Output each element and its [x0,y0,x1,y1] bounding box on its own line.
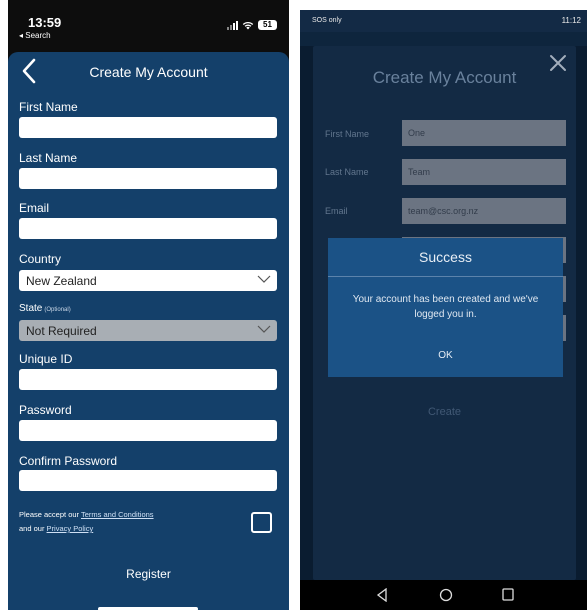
status-time: 11:12 [561,16,581,25]
status-time: 13:59 [28,15,62,30]
last-name-label: Last Name [19,151,78,165]
accept-terms-checkbox[interactable] [251,512,272,533]
battery-icon: 51 [258,20,277,30]
success-title: Success [419,249,472,265]
state-label: State (Optional) [19,303,71,314]
terms-prefix: Please accept our [19,510,81,519]
password-input[interactable] [19,420,277,441]
recents-square-icon[interactable] [502,588,514,601]
terms-and-conditions-link[interactable]: Terms and Conditions [81,510,154,519]
privacy-policy-link[interactable]: Privacy Policy [47,524,94,533]
page-title: Create My Account [89,64,208,80]
password-label: Password [19,403,72,417]
email-input[interactable] [19,218,277,239]
android-status-bar: SOS only 11:12 [300,10,587,32]
carrier-status: SOS only [312,17,342,24]
email-label: Email [19,201,50,215]
chevron-down-icon [257,275,271,283]
confirm-password-label: Confirm Password [19,454,118,468]
ios-phone-screen: 13:59 ◂ Search 51 Create My Account Firs… [8,0,289,610]
country-value: New Zealand [26,274,97,288]
first-name-input[interactable] [19,117,277,138]
success-dialog: Success Your account has been created an… [328,238,563,377]
home-circle-icon[interactable] [439,588,453,602]
register-button[interactable]: Register [8,567,289,581]
confirm-password-input[interactable] [19,470,277,491]
first-name-label: First Name [19,100,78,114]
android-nav-bar [300,580,587,610]
signal-icon [227,20,238,30]
success-message: Your account has been created and we've … [352,294,539,320]
optional-tag: (Optional) [44,307,71,313]
create-account-sheet: Create My Account First Name Last Name E… [8,52,289,610]
country-select[interactable]: New Zealand [19,270,277,291]
sheet-header: Create My Account [8,52,289,92]
state-label-text: State [19,303,43,314]
state-select[interactable]: Not Required [19,320,277,341]
status-icons: 51 [227,20,277,30]
back-to-search-link[interactable]: ◂ Search [19,31,51,40]
last-name-input[interactable] [19,168,277,189]
ios-status-bar: 13:59 ◂ Search 51 [8,0,289,44]
dialog-divider [328,276,563,277]
terms-middle: and our [19,524,47,533]
country-label: Country [19,252,62,266]
unique-id-input[interactable] [19,369,277,390]
ok-button[interactable]: OK [328,350,563,361]
state-value: Not Required [26,324,97,338]
back-triangle-icon[interactable] [376,588,388,602]
unique-id-label: Unique ID [19,352,73,366]
chevron-down-icon [257,325,271,333]
wifi-icon [242,21,254,29]
terms-text: Please accept our Terms and Conditions a… [19,508,154,536]
android-phone-screen: SOS only 11:12 Create My Account First N… [300,10,587,610]
